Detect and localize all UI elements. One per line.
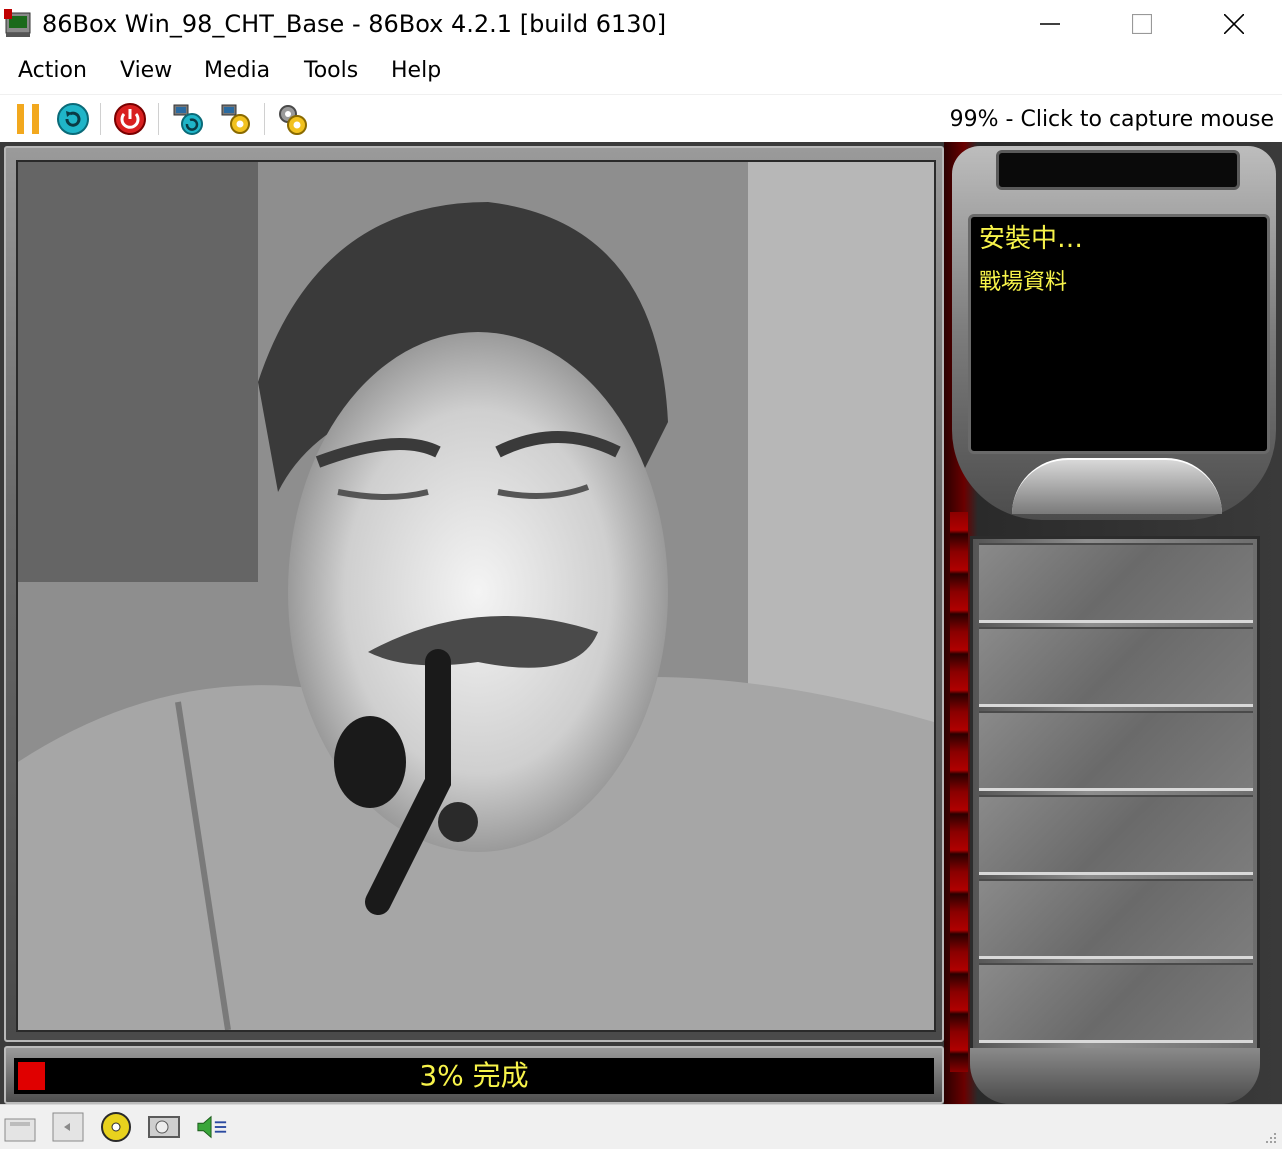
pause-icon <box>17 104 39 134</box>
hard-reset-button[interactable] <box>170 101 206 137</box>
floppy-drive-icon <box>4 1118 36 1142</box>
radar-housing: 安裝中… 戰場資料 <box>952 146 1276 520</box>
menu-bar: Action View Media Tools Help <box>0 50 1282 92</box>
hard-reset-icon <box>173 104 203 135</box>
game-sidebar: 安裝中… 戰場資料 <box>944 142 1282 1104</box>
close-icon <box>1224 14 1244 34</box>
build-slot <box>979 627 1253 707</box>
build-slot <box>979 963 1253 1043</box>
toolbar: 99% - Click to capture mouse <box>0 94 1282 142</box>
sound-icon <box>197 1115 227 1139</box>
global-settings-icon <box>279 105 307 135</box>
install-item-text: 戰場資料 <box>979 270 1068 295</box>
menu-action[interactable]: Action <box>18 56 87 86</box>
floppy-drive-2-button[interactable] <box>52 1111 84 1143</box>
status-bar <box>0 1104 1282 1149</box>
machine-settings-button[interactable] <box>218 101 254 137</box>
build-slot <box>979 711 1253 791</box>
ctrl-alt-del-button[interactable] <box>55 101 91 137</box>
menu-tools[interactable]: Tools <box>304 56 358 86</box>
maximize-icon <box>1132 14 1152 34</box>
pause-button[interactable] <box>10 101 46 137</box>
cdrom-button[interactable] <box>100 1111 132 1143</box>
menu-view[interactable]: View <box>120 56 172 86</box>
ctrl-alt-del-icon <box>57 103 89 135</box>
title-bar: 86Box Win_98_CHT_Base - 86Box 4.2.1 [bui… <box>0 0 1282 48</box>
cdrom-icon <box>101 1112 131 1142</box>
briefing-video <box>16 160 936 1032</box>
capture-status[interactable]: 99% - Click to capture mouse <box>950 105 1274 135</box>
floppy-drive-2-icon <box>52 1112 84 1142</box>
build-slot <box>979 543 1253 623</box>
progress-label: 3% 完成 <box>419 1059 529 1092</box>
window-title: 86Box Win_98_CHT_Base - 86Box 4.2.1 [bui… <box>42 10 667 38</box>
global-settings-button[interactable] <box>274 101 310 137</box>
power-icon <box>114 103 146 135</box>
hard-disk-button[interactable] <box>148 1111 180 1143</box>
install-status-text: 安裝中… <box>979 224 1084 254</box>
install-progress-bar: 3% 完成 <box>4 1046 944 1104</box>
machine-settings-icon <box>221 104 250 134</box>
app-icon[interactable] <box>4 9 34 39</box>
power-button[interactable] <box>112 101 148 137</box>
menu-help[interactable]: Help <box>391 56 441 86</box>
toolbar-separator <box>100 103 101 135</box>
sidebar-bottom-cap <box>970 1048 1260 1104</box>
build-panel <box>970 536 1260 1052</box>
portrait-image <box>18 162 934 1030</box>
progress-track: 3% 完成 <box>14 1058 934 1094</box>
minimize-button[interactable] <box>1004 0 1096 48</box>
toolbar-separator <box>158 103 159 135</box>
build-slot <box>979 795 1253 875</box>
build-slot <box>979 879 1253 959</box>
menu-media[interactable]: Media <box>204 56 270 86</box>
toolbar-separator <box>264 103 265 135</box>
close-button[interactable] <box>1188 0 1280 48</box>
radar-screen: 安裝中… 戰場資料 <box>968 214 1270 454</box>
radar-top-slot <box>996 150 1240 190</box>
minimize-icon <box>1040 23 1060 25</box>
sidebar-rail <box>950 512 968 1072</box>
resize-grip-icon[interactable] <box>1262 1129 1278 1145</box>
video-frame <box>4 146 944 1042</box>
maximize-button[interactable] <box>1096 0 1188 48</box>
radar-dome <box>1012 458 1222 514</box>
floppy-drive-button[interactable] <box>4 1111 36 1143</box>
emulator-screen[interactable]: 3% 完成 安裝中… 戰場資料 <box>0 142 1282 1104</box>
sound-button[interactable] <box>196 1111 228 1143</box>
hard-disk-icon <box>148 1116 180 1138</box>
